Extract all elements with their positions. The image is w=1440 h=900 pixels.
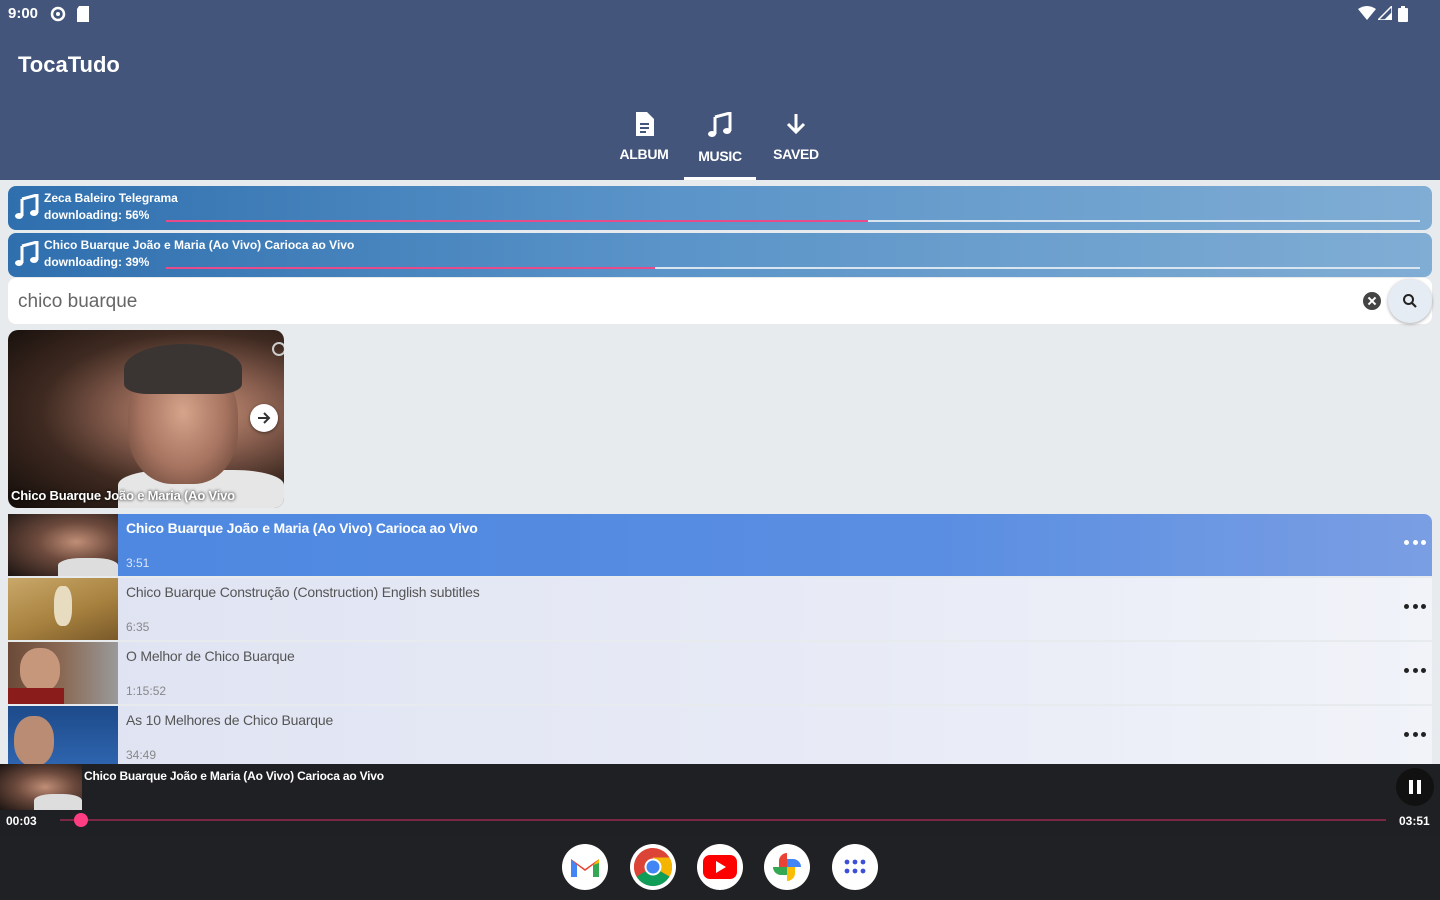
tab-saved-label: SAVED	[773, 146, 819, 162]
download-progress-bar	[166, 220, 1420, 222]
mini-player: Chico Buarque João e Maria (Ao Vivo) Car…	[0, 764, 1440, 836]
result-title: O Melhor de Chico Buarque	[126, 648, 295, 664]
download-status: downloading: 56%	[44, 208, 150, 222]
tab-album-label: ALBUM	[619, 146, 669, 162]
featured-video-card[interactable]: Chico Buarque João e Maria (Ao Vivo	[8, 330, 284, 508]
pause-icon-bar	[1417, 780, 1421, 794]
app-drawer-icon[interactable]	[832, 844, 878, 890]
download-item[interactable]: Chico Buarque João e Maria (Ao Vivo) Car…	[8, 233, 1432, 277]
search-input[interactable]: chico buarque	[18, 291, 137, 313]
music-note-icon	[708, 112, 732, 137]
list-item[interactable]: Chico Buarque João e Maria (Ao Vivo) Car…	[8, 514, 1432, 576]
wifi-icon	[1358, 6, 1376, 20]
result-duration: 6:35	[126, 620, 150, 634]
download-title: Zeca Baleiro Telegrama	[44, 191, 178, 205]
cell-signal-icon	[1378, 6, 1392, 20]
result-duration: 3:51	[126, 556, 150, 570]
system-dock	[0, 836, 1440, 900]
seek-handle[interactable]	[74, 813, 89, 827]
download-progress-fill	[166, 220, 869, 222]
pause-icon	[1409, 780, 1413, 794]
more-options-icon[interactable]	[1404, 730, 1426, 738]
settings-status-icon	[50, 6, 66, 22]
gmail-icon[interactable]	[562, 844, 608, 890]
tab-music-label: MUSIC	[698, 148, 742, 164]
download-arrow-icon	[786, 114, 806, 135]
result-title: Chico Buarque Construção (Construction) …	[126, 584, 480, 600]
battery-icon	[1398, 6, 1408, 22]
result-thumbnail	[8, 706, 118, 764]
seek-bar[interactable]	[60, 813, 1386, 827]
app-bar: 9:00 TocaTudo ALBUM MUSIC SAVED	[0, 0, 1440, 180]
list-item[interactable]: O Melhor de Chico Buarque 1:15:52	[8, 642, 1432, 704]
music-note-icon	[15, 194, 39, 219]
list-item[interactable]: As 10 Melhores de Chico Buarque 34:49	[8, 706, 1432, 764]
music-note-icon	[15, 241, 39, 266]
download-title: Chico Buarque João e Maria (Ao Vivo) Car…	[44, 238, 355, 252]
clear-icon[interactable]	[1363, 292, 1381, 310]
arrow-right-icon	[258, 412, 271, 424]
elapsed-time: 00:03	[6, 814, 37, 828]
search-button[interactable]	[1388, 279, 1432, 323]
download-progress-bar	[166, 267, 1420, 269]
status-bar: 9:00	[0, 0, 1440, 28]
player-title: Chico Buarque João e Maria (Ao Vivo) Car…	[84, 769, 384, 783]
tab-album[interactable]: ALBUM	[606, 104, 682, 180]
list-item[interactable]: Chico Buarque Construção (Construction) …	[8, 578, 1432, 640]
result-duration: 1:15:52	[126, 684, 167, 698]
result-thumbnail	[8, 642, 118, 704]
search-bar: chico buarque	[8, 278, 1432, 324]
sd-card-status-icon	[77, 6, 89, 22]
featured-thumbnail-hair	[124, 344, 242, 394]
download-item[interactable]: Zeca Baleiro Telegrama downloading: 56%	[8, 186, 1432, 230]
more-options-icon[interactable]	[1404, 666, 1426, 674]
featured-open-button[interactable]	[250, 404, 278, 432]
total-time: 03:51	[1399, 814, 1430, 828]
more-options-icon[interactable]	[1404, 538, 1426, 546]
result-title: Chico Buarque João e Maria (Ao Vivo) Car…	[126, 520, 478, 536]
more-options-icon[interactable]	[1404, 602, 1426, 610]
status-time: 9:00	[8, 5, 39, 22]
app-title: TocaTudo	[18, 52, 120, 77]
google-photos-icon[interactable]	[764, 844, 810, 890]
download-progress-fill	[166, 267, 656, 269]
featured-caption: Chico Buarque João e Maria (Ao Vivo	[11, 488, 235, 503]
featured-indicator-icon	[272, 342, 284, 356]
result-thumbnail	[8, 578, 118, 640]
file-icon	[636, 112, 654, 136]
tab-saved[interactable]: SAVED	[758, 104, 834, 180]
tab-music[interactable]: MUSIC	[682, 104, 758, 180]
pause-button[interactable]	[1396, 768, 1434, 806]
results-list: Chico Buarque João e Maria (Ao Vivo) Car…	[8, 514, 1432, 764]
result-thumbnail	[8, 514, 118, 576]
result-duration: 34:49	[126, 748, 157, 762]
chrome-icon[interactable]	[630, 844, 676, 890]
result-title: As 10 Melhores de Chico Buarque	[126, 712, 334, 728]
tab-bar: ALBUM MUSIC SAVED	[606, 104, 834, 180]
search-icon	[1403, 294, 1417, 308]
youtube-icon[interactable]	[697, 844, 743, 890]
download-status: downloading: 39%	[44, 255, 150, 269]
player-thumbnail[interactable]	[0, 764, 82, 810]
